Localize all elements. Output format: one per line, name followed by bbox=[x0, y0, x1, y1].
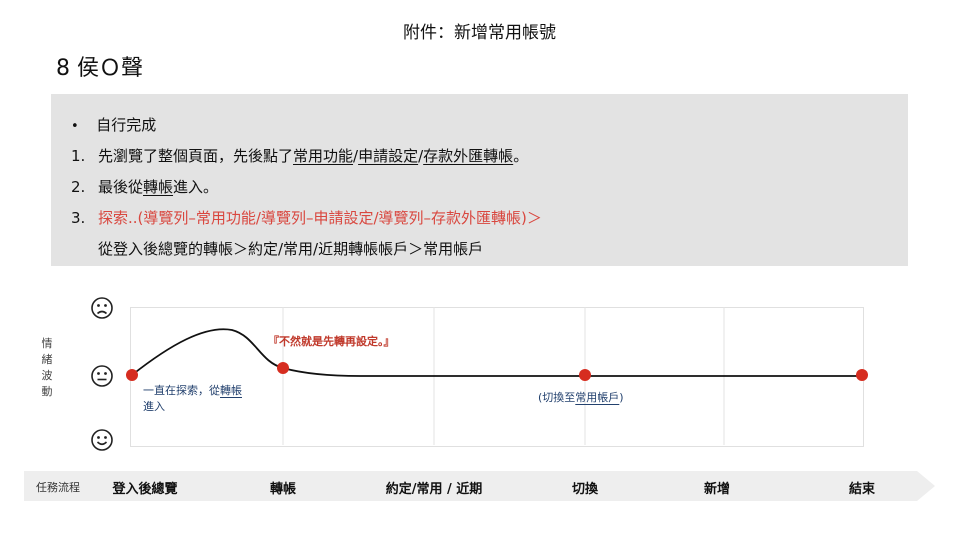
stage-login-overview: 登入後總覽 bbox=[112, 482, 178, 497]
stage-add: 新增 bbox=[703, 482, 730, 497]
stage-agreed-common-recent: 約定/常用 / 近期 bbox=[385, 482, 483, 497]
stage-end: 結束 bbox=[848, 482, 875, 497]
flow-label: 任務流程 bbox=[36, 481, 80, 494]
stage-switch: 切換 bbox=[571, 482, 598, 497]
stage-transfer: 轉帳 bbox=[269, 482, 296, 497]
flow-arrow bbox=[24, 471, 935, 501]
